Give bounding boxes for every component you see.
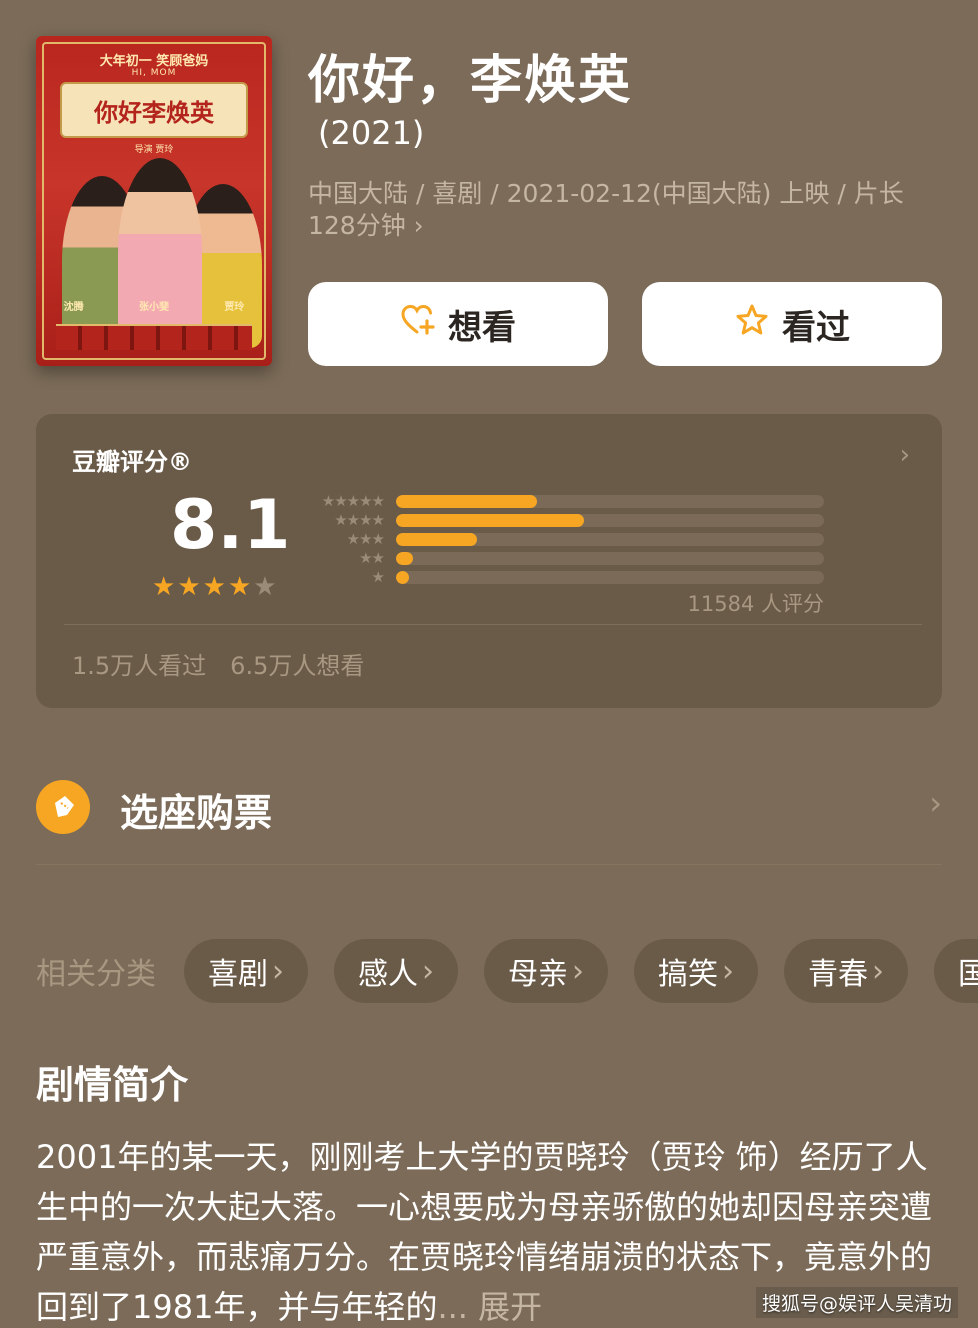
category-chip-label: 喜剧: [208, 957, 268, 992]
poster-cast-names: 沈腾 张小斐 贾玲: [36, 298, 272, 313]
poster-cast-name: 沈腾: [63, 302, 84, 313]
want-to-watch-label: 想看: [448, 307, 516, 348]
distribution-bar-fill: [396, 514, 585, 527]
want-to-watch-button[interactable]: 想看: [308, 282, 608, 366]
buy-ticket-label: 选座购票: [120, 791, 273, 835]
category-chip-label: 感人: [358, 957, 418, 992]
related-categories: 相关分类 喜剧 › 感人 › 母亲 › 搞笑 › 青春 › 国: [36, 938, 978, 1004]
star-icon: ★: [152, 572, 176, 602]
synopsis-title: 剧情简介: [36, 1063, 189, 1107]
distribution-bar-track: [396, 571, 824, 584]
distribution-bar-fill: [396, 552, 414, 565]
movie-meta-text: 中国大陆 / 喜剧 / 2021-02-12(中国大陆) 上映 / 片长 128…: [308, 179, 904, 240]
rating-label: 豆瓣评分®: [72, 448, 192, 476]
poster-english-title: HI, MOM: [131, 68, 177, 78]
poster-cast-name: 张小斐: [138, 302, 169, 313]
distribution-bar-track: [396, 495, 824, 508]
star-icon: ★: [177, 572, 201, 602]
distribution-bar-track: [396, 533, 824, 546]
category-chip-comedy[interactable]: 喜剧 ›: [184, 939, 308, 1003]
chevron-right-icon: ›: [929, 784, 942, 822]
distribution-row-1: ★: [302, 568, 824, 587]
rating-footer: 1.5万人看过 6.5万人想看: [72, 646, 364, 681]
distribution-stars-label: ★: [371, 568, 385, 586]
distribution-bar-track: [396, 514, 824, 527]
movie-poster[interactable]: 大年初一 笑顾爸妈 HI, MOM 你好李焕英 导演 贾玲 沈腾 张小斐 贾玲: [36, 36, 272, 366]
chevron-right-icon: ›: [413, 211, 424, 240]
watched-label: 看过: [782, 307, 850, 348]
want-count: 6.5万人想看: [230, 652, 365, 680]
divider: [36, 864, 942, 865]
poster-tagline: 大年初一 笑顾爸妈: [99, 54, 209, 69]
distribution-stars-label: ★★: [359, 549, 385, 567]
chevron-right-icon: ›: [422, 953, 434, 989]
categories-label: 相关分类: [36, 957, 156, 992]
poster-stage: [56, 324, 252, 350]
star-icon: ★: [253, 572, 277, 602]
douban-rating-card[interactable]: 豆瓣评分® › 8.1 ★ ★ ★ ★ ★ ★★★★★ ★★★★ ★★★ ★★ …: [36, 414, 942, 708]
movie-year: (2021): [318, 114, 425, 152]
watermark: 搜狐号@娱评人吴清功: [755, 1287, 958, 1318]
distribution-bar-fill: [396, 571, 409, 584]
buy-ticket-row[interactable]: 选座购票 ›: [36, 770, 942, 842]
poster-title: 你好李焕英: [60, 82, 248, 138]
distribution-bar-fill: [396, 495, 538, 508]
category-chip-label: 母亲: [508, 957, 568, 992]
rating-distribution: ★★★★★ ★★★★ ★★★ ★★ ★: [302, 492, 824, 587]
distribution-bar-track: [396, 552, 824, 565]
category-chip-label: 青春: [808, 957, 868, 992]
chevron-right-icon: ›: [899, 440, 910, 470]
expand-link[interactable]: ... 展开: [437, 1288, 542, 1326]
rating-stars: ★ ★ ★ ★ ★: [152, 574, 277, 600]
category-chip-label: 搞笑: [658, 957, 718, 992]
distribution-stars-label: ★★★★: [334, 511, 385, 529]
distribution-stars-label: ★★★★★: [321, 492, 385, 510]
chevron-right-icon: ›: [722, 953, 734, 989]
distribution-row-4: ★★★★: [302, 511, 824, 530]
chevron-right-icon: ›: [572, 953, 584, 989]
distribution-row-2: ★★: [302, 549, 824, 568]
distribution-stars-label: ★★★: [346, 530, 385, 548]
star-outline-icon: [734, 302, 770, 347]
star-icon: ★: [227, 572, 252, 602]
category-chip-funny[interactable]: 搞笑 ›: [634, 939, 758, 1003]
distribution-row-5: ★★★★★: [302, 492, 824, 511]
rating-score: 8.1: [170, 486, 291, 565]
category-chip-partial[interactable]: 国: [934, 939, 978, 1003]
distribution-row-3: ★★★: [302, 530, 824, 549]
category-chip-touching[interactable]: 感人 ›: [334, 939, 458, 1003]
category-chip-label: 国: [958, 957, 978, 992]
chevron-right-icon: ›: [272, 953, 284, 989]
distribution-bar-fill: [396, 533, 478, 546]
rating-count: 11584 人评分: [687, 592, 824, 616]
poster-director: 导演 贾玲: [134, 145, 174, 155]
poster-figure-center: [118, 158, 202, 348]
watched-button[interactable]: 看过: [642, 282, 942, 366]
poster-cast-name: 贾玲: [224, 302, 245, 313]
chevron-right-icon: ›: [872, 953, 884, 989]
divider: [64, 624, 922, 625]
category-chip-youth[interactable]: 青春 ›: [784, 939, 908, 1003]
ticket-icon: [36, 780, 90, 834]
category-chip-mother[interactable]: 母亲 ›: [484, 939, 608, 1003]
movie-meta[interactable]: 中国大陆 / 喜剧 / 2021-02-12(中国大陆) 上映 / 片长 128…: [308, 178, 948, 242]
movie-title: 你好，李焕英: [308, 51, 633, 111]
star-icon: ★: [202, 572, 226, 602]
heart-plus-icon: [400, 302, 436, 347]
seen-count: 1.5万人看过: [72, 652, 207, 680]
